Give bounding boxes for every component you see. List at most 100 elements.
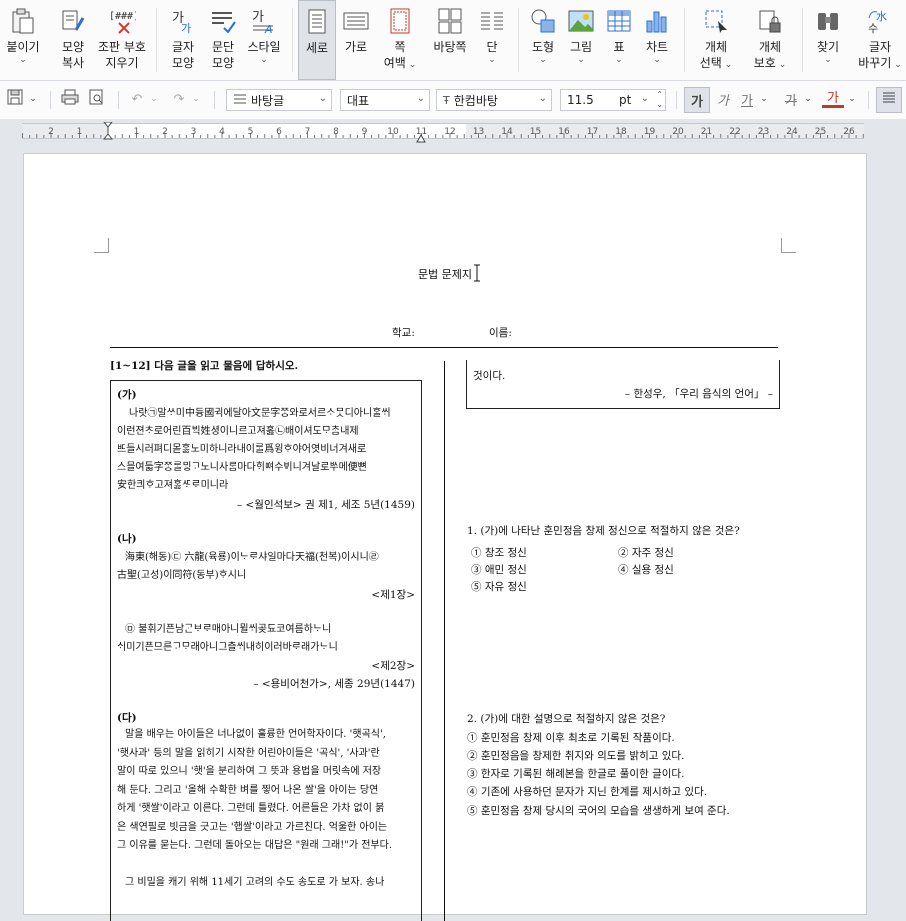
strike-dropdown[interactable]: ⌄ <box>802 87 814 111</box>
font-select[interactable]: Ŧ 한컴바탕 ⌄ <box>436 89 552 111</box>
justify-button[interactable] <box>876 87 902 113</box>
page-margin-button[interactable]: 쪽 여백 ⌄ <box>378 0 422 80</box>
print-button[interactable] <box>58 87 82 111</box>
object-select-button[interactable]: 개체 선택 ⌄ <box>692 0 740 80</box>
clear-typesetting-button[interactable]: [###] 조판 부호 지우기 <box>96 0 148 80</box>
font-color-dropdown[interactable]: ⌄ <box>846 87 858 111</box>
ruler-label: 15 <box>530 127 541 137</box>
redo-dropdown[interactable]: ⌄ <box>190 87 202 111</box>
size-stepper[interactable]: ⌃ ⌄ <box>656 90 663 110</box>
ruler-label: 16 <box>558 127 570 137</box>
font-size-input[interactable]: 11.5 pt ⌄ ⌃ ⌄ <box>560 89 666 111</box>
save-button[interactable] <box>4 87 26 111</box>
ruler-label: 2 <box>48 127 54 137</box>
q2-option: ③ 한자로 기록된 해례본을 한글로 풀이한 글이다. <box>467 768 685 780</box>
format-copy-button[interactable]: 모양 복사 <box>52 0 94 80</box>
undo-button[interactable]: ↶ <box>126 87 148 111</box>
portrait-button[interactable]: 세로 <box>298 0 336 80</box>
formatting-toolbar: ⌄ ↶ ⌄ ↷ ⌄ 바탕글 ⌄ 대표 ⌄ Ŧ 한컴바탕 ⌄ 11.5 pt ⌄ ⌃ ⌄ … <box>0 81 906 120</box>
underline-button[interactable]: 가 <box>736 87 758 111</box>
chevron-down-icon: ⌄ <box>539 55 547 65</box>
shape-icon <box>529 7 557 35</box>
chevron-down-icon: ⌄ <box>653 55 661 65</box>
ruler-label: 17 <box>587 127 598 137</box>
chevron-down-icon: ⌄ <box>891 60 902 70</box>
document-page[interactable]: 문법 문제지 학교: 이름: [1~12] 다음 글을 읽고 물음에 답하시오.… <box>23 153 867 921</box>
bold-button[interactable]: 가 <box>684 87 710 113</box>
style-select[interactable]: 바탕글 ⌄ <box>226 89 332 111</box>
page-bg-button[interactable]: 바탕쪽 <box>430 0 470 80</box>
style-button[interactable]: 가A 스타일 ⌄ <box>244 0 284 80</box>
q1-option: ① 창조 정신 <box>471 547 527 559</box>
ruler-label: 22 <box>729 127 740 137</box>
right-source: – 한성우, 「우리 음식의 언어」 – <box>624 388 773 400</box>
chevron-down-icon: ⌄ <box>192 94 200 104</box>
q1-option: ③ 애민 정신 <box>471 564 527 576</box>
portrait-page-icon <box>303 8 331 36</box>
picture-button[interactable]: 그림 ⌄ <box>564 0 598 80</box>
replace-icon: 水수 <box>866 7 894 35</box>
landscape-button[interactable]: 가로 <box>338 0 374 80</box>
underline-dropdown[interactable]: ⌄ <box>758 87 770 111</box>
chart-button[interactable]: 차트 ⌄ <box>638 0 676 80</box>
format-brush-icon <box>59 7 87 35</box>
ruler-label: 26 <box>843 127 855 137</box>
column-divider <box>444 361 445 921</box>
passage-ga: 나랏㉠말ᄊᆞ미中듕國귁에달아文문字ᄍᆞᆼ와로서르ᄉᆞᄆᆞᆺ디아니ᄒᆞᆯᄊᆡ 이런… <box>117 408 391 491</box>
q1-option: ④ 실용 정신 <box>618 564 674 576</box>
print-preview-button[interactable] <box>84 87 108 111</box>
instruction: [1~12] 다음 글을 읽고 물음에 답하시오. <box>110 360 299 372</box>
q2-option: ⑤ 훈민정음 창제 당시의 국어의 모습을 생생하게 보여 준다. <box>467 805 730 817</box>
passage-na: 海東(해동)㉢ 六龍(육룡)이ᄂᆞᄅᆞ샤일마다天福(천복)이시니㉣ 古聖(고성)… <box>117 552 379 581</box>
ruler-label: 2 <box>162 127 168 137</box>
object-protect-button[interactable]: 개체 보호 ⌄ <box>746 0 794 80</box>
save-dropdown[interactable]: ⌄ <box>26 87 40 111</box>
chevron-down-icon: ⌄ <box>721 60 733 70</box>
right-indent-marker[interactable] <box>416 128 426 143</box>
ruler-label: 4 <box>219 127 225 137</box>
italic-button[interactable]: 가 <box>712 87 734 111</box>
crop-mark <box>781 238 796 253</box>
continuation-box: 것이다. – 한성우, 「우리 음식의 언어」 – <box>466 360 780 409</box>
chevron-down-icon: ⌄ <box>577 55 585 65</box>
language-select[interactable]: 대표 ⌄ <box>340 89 430 111</box>
indent-marker[interactable] <box>102 121 114 140</box>
svg-text:A: A <box>264 23 273 34</box>
doc-title: 문법 문제지 <box>417 268 473 281</box>
header-rule <box>110 347 778 348</box>
table-button[interactable]: 표 ⌄ <box>602 0 636 80</box>
chevron-down-icon: ⌄ <box>488 55 496 65</box>
chevron-down-icon: ⌄ <box>150 94 158 104</box>
undo-dropdown[interactable]: ⌄ <box>148 87 160 111</box>
horizontal-ruler: 2 1 1 2 3 4 5 6 7 8 9 10 11 12 13 14 15 16 17 18 19 20 21 22 23 2… <box>0 119 906 143</box>
shape-button[interactable]: 도형 ⌄ <box>526 0 560 80</box>
q1-option: ② 자주 정신 <box>618 547 674 559</box>
char-shape-button[interactable]: 가가 글자 모양 <box>164 0 202 80</box>
columns-button[interactable]: 단 ⌄ <box>474 0 510 80</box>
redo-button[interactable]: ↷ <box>168 87 190 111</box>
find-button[interactable]: 찾기 ⌄ <box>808 0 848 80</box>
ruler-label: 14 <box>501 127 513 137</box>
para-shape-button[interactable]: 문단 모양 <box>204 0 242 80</box>
q2-option: ④ 기존에 사용하던 문자가 지닌 한계를 제시하고 있다. <box>467 786 708 798</box>
paste-button[interactable]: 붙이기 ⌄ <box>0 0 46 80</box>
undo-icon: ↶ <box>131 91 143 107</box>
name-label: 이름: <box>489 327 512 339</box>
ruler-label: 5 <box>248 127 254 137</box>
ruler-label: 1 <box>77 127 83 137</box>
chevron-down-icon: ⌄ <box>640 93 649 104</box>
style-icon: 가A <box>250 7 278 35</box>
replace-button[interactable]: 水수 글자 바꾸기 ⌄ <box>856 0 904 80</box>
ruler-label: 24 <box>786 127 798 137</box>
chevron-down-icon: ⌄ <box>824 55 832 65</box>
svg-text:가: 가 <box>181 22 191 34</box>
chevron-down-icon: ⌄ <box>804 94 812 104</box>
font-type-icon: Ŧ <box>443 93 450 107</box>
printer-icon <box>61 89 79 109</box>
clear-marks-icon: [###] <box>108 7 136 35</box>
ga-source: – <월인석보> 권 제1, 세조 5년(1459) <box>236 499 415 511</box>
paragraph-style-icon <box>233 93 247 108</box>
save-icon <box>7 89 23 109</box>
font-color-button[interactable]: 가 <box>822 87 844 108</box>
strike-button[interactable]: 가 <box>780 87 802 111</box>
